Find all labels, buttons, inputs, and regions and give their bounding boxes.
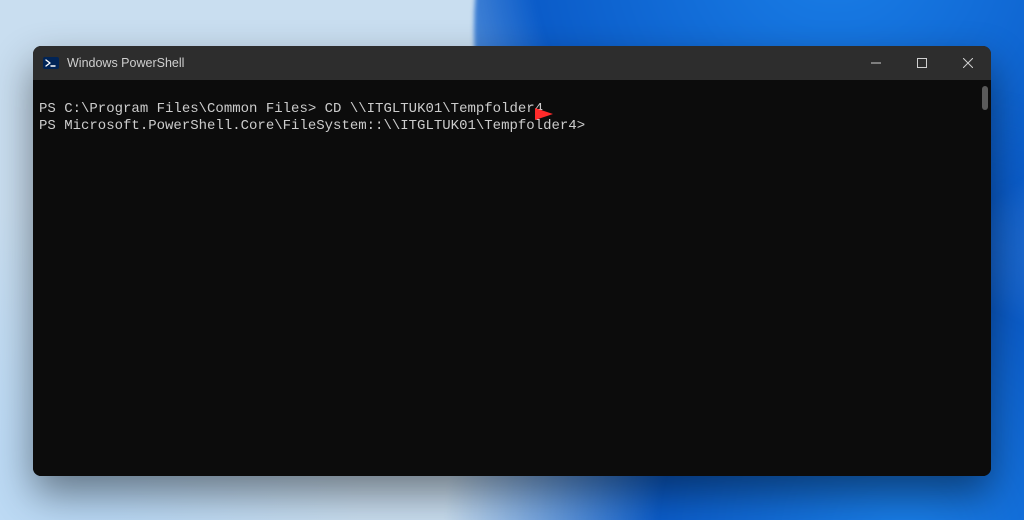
powershell-icon — [43, 55, 59, 71]
terminal-line-2: PS Microsoft.PowerShell.Core\FileSystem:… — [39, 118, 985, 135]
cursor — [585, 119, 593, 134]
titlebar[interactable]: Windows PowerShell — [33, 46, 991, 80]
powershell-window: Windows PowerShell PS C:\Program Files\C… — [33, 46, 991, 476]
terminal-line-1: PS C:\Program Files\Common Files> CD \\I… — [39, 101, 985, 118]
command-1: CD \\ITGLTUK01\Tempfolder4 — [316, 101, 543, 117]
window-title: Windows PowerShell — [67, 56, 184, 70]
window-controls — [853, 46, 991, 80]
terminal-body[interactable]: PS C:\Program Files\Common Files> CD \\I… — [33, 80, 991, 476]
minimize-button[interactable] — [853, 46, 899, 80]
prompt-2: PS Microsoft.PowerShell.Core\FileSystem:… — [39, 118, 585, 134]
scrollbar-thumb[interactable] — [982, 86, 988, 110]
close-button[interactable] — [945, 46, 991, 80]
prompt-1: PS C:\Program Files\Common Files> — [39, 101, 316, 117]
maximize-button[interactable] — [899, 46, 945, 80]
